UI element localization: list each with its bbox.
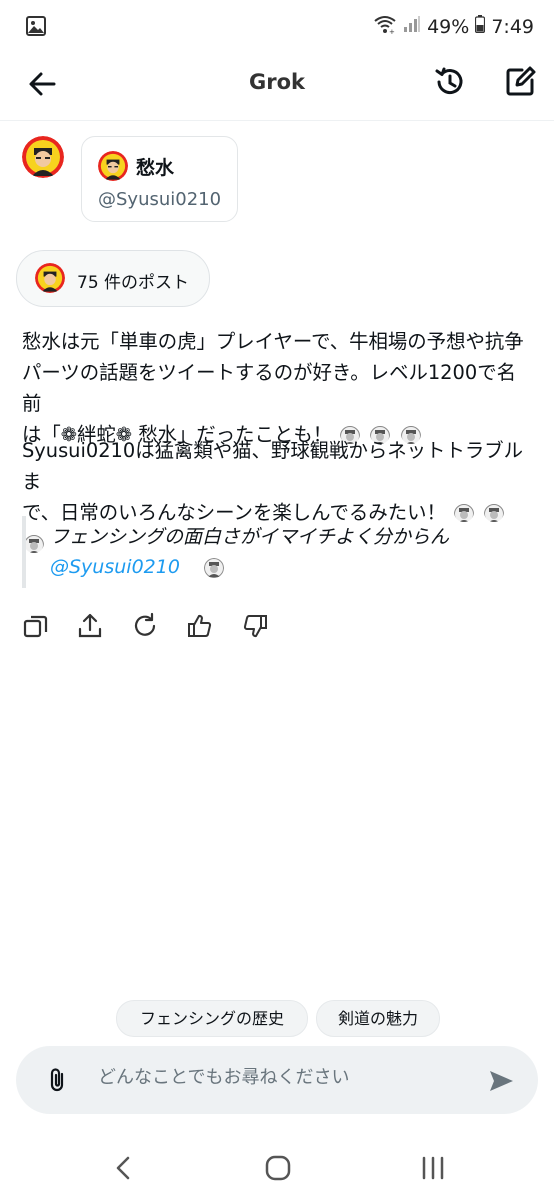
quote-handle-link[interactable]: @Syusui0210 [50,556,180,578]
grok-avatar [22,136,64,178]
text-line: 愁水は元「単車の虎」プレイヤーで、牛相場の予想や抗争 [22,330,524,353]
status-bar: + 49% 7:49 [0,0,554,50]
nav-back-icon[interactable] [112,1154,136,1182]
battery-percent: 49% [427,15,470,38]
text-line: Syusui0210は猛禽類や猫、野球観戦からネットトラブルま [22,439,524,493]
copy-icon[interactable] [22,612,50,640]
thumbs-up-icon[interactable] [186,612,214,640]
message-composer [16,1046,538,1114]
app-header: Grok [0,50,554,121]
svg-text:+: + [389,28,395,34]
share-icon[interactable] [76,612,104,640]
profile-name: 愁水 [136,157,175,179]
avatar [98,151,128,181]
user-emoji-icon [204,558,224,578]
quoted-post[interactable]: フェンシングの面白さがイマイチよく分からん @Syusui0210 [22,516,526,588]
posts-chip[interactable]: 75 件のポスト [16,250,210,307]
response-paragraph-1: 愁水は元「単車の虎」プレイヤーで、牛相場の予想や抗争 パーツの話題をツイートする… [22,326,534,450]
posts-count-label: 75 件のポスト [77,273,190,293]
quote-text: フェンシングの面白さがイマイチよく分からん [50,526,450,548]
message-input[interactable] [98,1067,458,1088]
avatar [35,263,65,293]
suggestion-chip[interactable]: フェンシングの歴史 [116,1000,308,1037]
gallery-icon [26,16,46,40]
history-icon[interactable] [430,62,470,102]
wifi-icon: + [373,14,397,39]
profile-handle: @Syusui0210 [98,189,222,210]
compose-icon[interactable] [500,62,540,102]
text-line: パーツの話題をツイートするのが好き。レベル1200で名前 [22,361,516,415]
nav-recents-icon[interactable] [420,1155,446,1181]
thumbs-down-icon[interactable] [241,612,269,640]
system-nav-bar [0,1140,554,1200]
page-title: Grok [249,70,305,94]
nav-home-icon[interactable] [265,1155,291,1181]
paperclip-icon[interactable] [44,1066,72,1094]
clock: 7:49 [491,15,534,38]
suggestion-chip[interactable]: 剣道の魅力 [316,1000,440,1037]
profile-card[interactable]: 愁水 @Syusui0210 [81,136,238,222]
signal-icon [403,15,421,38]
regenerate-icon[interactable] [131,612,159,640]
battery-icon [475,15,486,38]
send-icon[interactable] [486,1066,516,1096]
